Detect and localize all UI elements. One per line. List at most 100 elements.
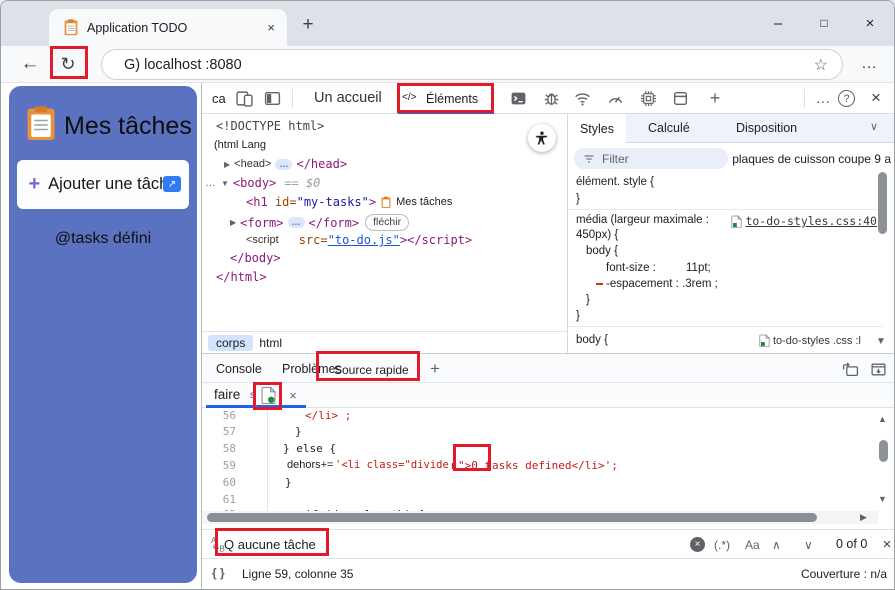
browser-window: Application TODO × + – □ × ← ↻ G) localh… — [0, 0, 895, 590]
accessibility-person-icon[interactable] — [528, 124, 556, 152]
browser-tab[interactable]: Application TODO × — [49, 9, 287, 46]
script-src-link[interactable]: "to-do.js" — [328, 233, 400, 247]
help-icon[interactable]: ? — [838, 90, 855, 107]
tab-elements[interactable]: Éléments — [426, 92, 478, 106]
scroll-down-arrow-icon[interactable]: ▼ — [878, 494, 887, 504]
chevron-down-icon[interactable]: ∨ — [870, 120, 878, 133]
file-modified-icon[interactable] — [261, 386, 276, 404]
more-tabs-button[interactable]: + — [704, 87, 726, 109]
code-editor[interactable]: 56 </li> ; 57 } 58 } else { 59 dehors+= … — [202, 408, 878, 511]
devtools-more-icon[interactable]: … — [812, 87, 834, 109]
tree-node-body-close[interactable]: </body> — [230, 251, 281, 265]
file-tab-label[interactable]: faire — [214, 387, 240, 402]
performance-gauge-icon[interactable] — [607, 90, 624, 107]
tree-node-body[interactable]: … ▼ <body> == $0 — [205, 176, 320, 190]
back-button[interactable]: ← — [17, 51, 43, 77]
memory-chip-icon[interactable] — [640, 90, 657, 107]
body-rule[interactable]: body { — [576, 334, 608, 346]
code-hscrollbar-thumb[interactable] — [207, 513, 817, 522]
styles-tab-bar: Styles Calculé Disposition ∨ — [568, 114, 894, 143]
expand-arrow-icon[interactable]: ▶ — [230, 218, 236, 227]
node-menu-dots-icon[interactable]: … — [205, 177, 216, 189]
file-tab-close-icon[interactable]: × — [284, 386, 302, 404]
tab-problems[interactable]: Problèmes — [282, 362, 342, 376]
tab-quick-source[interactable]: Source rapide — [334, 363, 409, 377]
expand-arrow-icon[interactable]: ▶ — [224, 160, 230, 169]
tree-node-h1[interactable]: <h1 id= "my-tasks" > Mes tâches — [246, 195, 452, 209]
rule-close-brace: } — [586, 294, 590, 306]
scroll-up-arrow-icon[interactable]: ▲ — [878, 414, 887, 424]
search-input[interactable]: Q aucune tâche — [224, 537, 316, 552]
next-match-icon[interactable]: ∨ — [804, 538, 813, 552]
css-property-spacing[interactable]: -espacement : .3rem ; — [606, 278, 718, 290]
add-task-button[interactable]: + Ajouter une tâche ↗ — [17, 160, 189, 209]
gutter-divider — [267, 408, 268, 511]
window-close-button[interactable]: × — [857, 11, 883, 35]
clear-search-icon[interactable]: × — [690, 537, 705, 552]
breadcrumb-html[interactable]: html — [259, 336, 282, 350]
code-vscrollbar-thumb[interactable] — [879, 440, 888, 462]
css-property-font-size[interactable]: font-size : — [606, 262, 656, 274]
drawer-add-tab-button[interactable]: + — [424, 358, 446, 380]
reload-button[interactable]: ↻ — [55, 51, 81, 77]
inspect-element-button[interactable]: ca — [212, 91, 226, 106]
rule-divider — [568, 209, 882, 210]
code-hscrollbar-track[interactable]: ▶ — [202, 511, 878, 524]
console-drawer-icon[interactable] — [510, 90, 527, 107]
window-minimize-button[interactable]: – — [765, 11, 791, 35]
tab-close-icon[interactable]: × — [267, 20, 275, 35]
page-title: Mes tâches — [64, 112, 192, 140]
tab-layout[interactable]: Disposition — [736, 121, 797, 135]
tab-console[interactable]: Console — [216, 362, 262, 376]
close-search-icon[interactable]: × — [878, 534, 894, 554]
line-number: 59 — [222, 459, 236, 472]
devtools-toolbar: ca Un accueil </> Éléments + … ? × — [202, 83, 894, 114]
expand-drawer-icon[interactable] — [870, 361, 887, 378]
line-number: 61 — [222, 493, 236, 506]
scroll-right-arrow-icon[interactable]: ▶ — [860, 512, 867, 523]
clipboard-icon — [381, 196, 391, 209]
previous-match-icon[interactable]: ∧ — [772, 538, 781, 552]
favorites-star-icon[interactable]: ☆ — [814, 55, 828, 75]
breadcrumb-body[interactable]: corps — [208, 334, 254, 351]
pretty-print-icon[interactable]: { } — [212, 566, 225, 580]
network-wifi-icon[interactable] — [574, 90, 591, 107]
flex-badge[interactable]: fléchir — [365, 214, 410, 231]
styles-scrollbar-thumb[interactable] — [878, 172, 887, 234]
element-style-rule[interactable]: élément. style { — [576, 176, 654, 188]
url-text[interactable]: G) localhost :8080 — [124, 57, 242, 73]
css-file-link[interactable]: to-do-styles.css:40 — [731, 214, 877, 228]
body-selector[interactable]: body { — [586, 245, 618, 257]
devtools-drawer: Console Problèmes Source rapide + faire … — [202, 353, 894, 589]
tree-node-html-open[interactable]: (html Lang — [214, 139, 266, 151]
tree-node-script[interactable]: <script src= "to-do.js" ></script> — [246, 233, 472, 247]
regex-toggle[interactable]: (.*) — [714, 538, 730, 552]
new-tab-button[interactable]: + — [297, 14, 319, 36]
devtools-close-icon[interactable]: × — [865, 87, 887, 109]
tab-computed[interactable]: Calculé — [648, 121, 690, 135]
undock-drawer-icon[interactable] — [842, 361, 859, 378]
code-line-56: </li> ; — [305, 409, 352, 422]
window-maximize-button[interactable]: □ — [811, 11, 837, 35]
application-storage-icon[interactable] — [672, 90, 689, 107]
line-number: 58 — [222, 442, 236, 455]
collapse-arrow-icon[interactable]: ▼ — [221, 179, 229, 188]
tab-welcome[interactable]: Un accueil — [314, 90, 382, 106]
collapsed-ellipsis[interactable]: … — [287, 217, 305, 228]
tab-title: Application TODO — [87, 20, 188, 35]
styles-filter-input[interactable]: Filter — [574, 148, 728, 169]
tree-node-form[interactable]: ▶ <form> … </form> fléchir — [230, 214, 410, 231]
browser-more-icon[interactable]: … — [857, 53, 881, 75]
scroll-down-arrow-icon[interactable]: ▼ — [876, 336, 886, 347]
bug-debug-icon[interactable] — [543, 90, 560, 107]
dock-side-icon[interactable] — [264, 90, 281, 107]
match-case-toggle[interactable]: Aa — [745, 538, 760, 552]
tree-node-head[interactable]: ▶ <head> … </head> — [224, 157, 347, 171]
tree-node-html-close[interactable]: </html> — [216, 270, 267, 284]
device-emulation-icon[interactable] — [236, 90, 253, 107]
tree-node-doctype[interactable]: <!DOCTYPE html> — [216, 119, 324, 133]
collapsed-ellipsis[interactable]: … — [275, 158, 293, 170]
css-file-link-2[interactable]: to-do-styles .css :l — [759, 334, 861, 347]
tab-styles[interactable]: Styles — [568, 114, 626, 143]
url-bar[interactable]: G) localhost :8080 ☆ — [101, 49, 843, 80]
